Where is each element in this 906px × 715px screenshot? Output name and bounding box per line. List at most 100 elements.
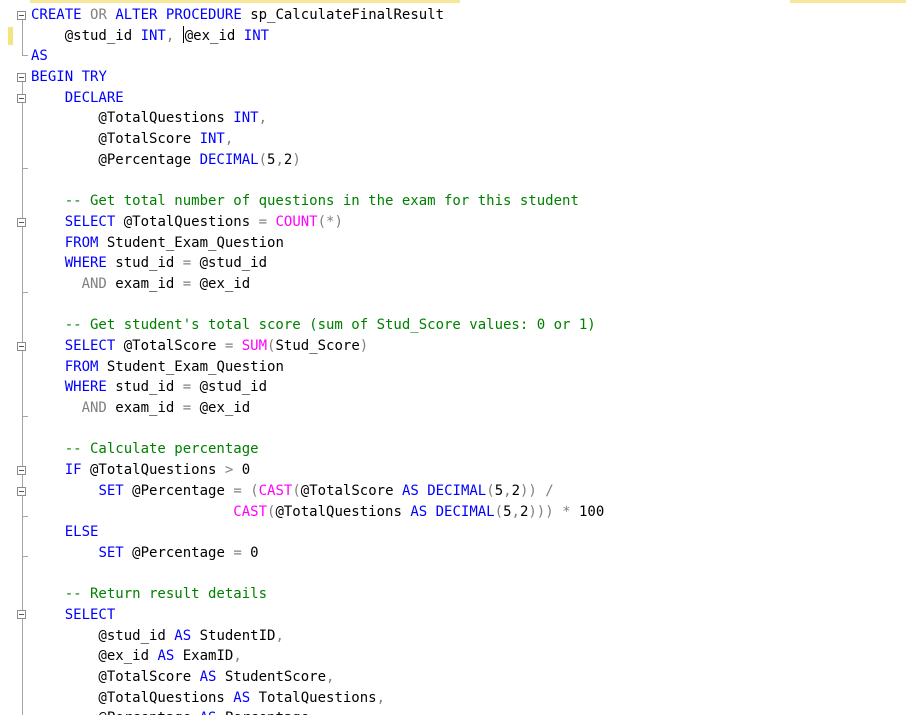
collapse-toggle-icon[interactable] — [17, 73, 26, 82]
code-line: IF @TotalQuestions > 0 — [31, 460, 604, 481]
sql-code-editor[interactable]: CREATE OR ALTER PROCEDURE sp_CalculateFi… — [0, 0, 906, 715]
code-token: @TotalQuestions — [115, 213, 259, 230]
collapse-toggle-icon[interactable] — [17, 610, 26, 619]
code-token: AS — [157, 648, 175, 665]
code-token: SET — [98, 482, 124, 499]
code-token: @ex_id — [191, 275, 251, 292]
code-token: AND — [81, 400, 107, 417]
code-token: @Percentage — [31, 710, 200, 715]
code-line: ELSE — [31, 522, 604, 543]
code-token: 0 — [241, 544, 259, 561]
code-line: @stud_id INT, @ex_id INT — [31, 25, 604, 47]
code-token: ( — [258, 151, 268, 168]
code-token: INT — [233, 110, 259, 127]
code-token: CAST — [233, 503, 268, 520]
code-token: OR — [90, 7, 107, 23]
code-token: SELECT — [64, 606, 116, 623]
code-token: sp_CalculateFinalResult — [241, 7, 445, 23]
code-token: 5 — [494, 482, 504, 499]
code-token: ALTER — [115, 7, 158, 23]
code-token: 0 — [233, 462, 251, 479]
outline-guide — [22, 20, 24, 55]
code-token: AS — [200, 710, 217, 715]
code-token: ELSE — [64, 524, 99, 541]
code-token: INT — [199, 131, 225, 148]
code-token: = — [233, 482, 242, 499]
code-line: @ex_id AS ExamID, — [31, 646, 604, 667]
code-token: 100 — [570, 503, 605, 520]
code-token: 5 — [503, 503, 512, 520]
code-token: , — [503, 482, 512, 499]
code-token: DECLARE — [64, 89, 124, 106]
code-token: SUM — [241, 338, 268, 354]
code-token: , — [233, 648, 242, 665]
code-token: @Percentage — [123, 544, 234, 561]
code-token: @stud_id — [31, 627, 175, 644]
code-token: stud_id — [106, 255, 183, 272]
collapse-toggle-icon[interactable] — [17, 466, 26, 475]
code-token: WHERE — [64, 379, 107, 396]
outline-guide — [22, 351, 24, 416]
collapse-toggle-icon[interactable] — [17, 487, 26, 496]
code-token: , — [275, 627, 284, 644]
code-token: )) — [520, 482, 537, 499]
code-token: , — [275, 151, 284, 168]
code-line: AND exam_id = @ex_id — [31, 398, 604, 419]
collapse-toggle-icon[interactable] — [17, 94, 26, 103]
code-token: WHERE — [64, 255, 107, 272]
code-token: BEGIN — [31, 69, 74, 86]
code-token: DECIMAL — [427, 482, 487, 499]
code-token: (*) — [317, 213, 343, 230]
code-line: SELECT @TotalQuestions = COUNT(*) — [31, 212, 604, 233]
code-token: ( — [494, 503, 504, 520]
outline-end-tick — [22, 55, 28, 56]
code-token: = — [182, 255, 192, 272]
code-text-area[interactable]: CREATE OR ALTER PROCEDURE sp_CalculateFi… — [31, 5, 604, 715]
code-token: @TotalScore — [31, 669, 200, 685]
code-line: DECLARE — [31, 88, 604, 109]
code-token: DECIMAL — [435, 503, 495, 520]
collapse-toggle-icon[interactable] — [17, 11, 26, 20]
outline-end-tick — [22, 292, 28, 293]
code-token: @stud_id — [191, 379, 268, 396]
code-line: WHERE stud_id = @stud_id — [31, 377, 604, 398]
code-line: @TotalScore AS StudentScore, — [31, 667, 604, 688]
code-line: @Percentage AS Percentage, — [31, 708, 604, 715]
code-token: FROM — [64, 358, 99, 375]
code-token: -- Calculate percentage — [31, 441, 259, 458]
code-token: , — [224, 131, 234, 148]
code-token: 2 — [511, 482, 520, 499]
code-line: -- Calculate percentage — [31, 439, 604, 460]
collapse-toggle-icon[interactable] — [17, 218, 26, 227]
code-line: FROM Student_Exam_Question — [31, 357, 604, 378]
code-token: stud_id — [106, 379, 183, 396]
code-line: AS — [31, 46, 604, 67]
code-line: @stud_id AS StudentID, — [31, 626, 604, 647]
code-token: @TotalScore — [115, 338, 225, 354]
code-line: @Percentage DECIMAL(5,2) — [31, 150, 604, 171]
collapse-toggle-icon[interactable] — [17, 342, 26, 351]
code-token: exam_id — [106, 275, 183, 292]
code-token: @ex_id — [31, 648, 158, 665]
code-token: TRY — [81, 69, 107, 86]
code-token: = — [258, 213, 268, 230]
code-line: @TotalQuestions INT, — [31, 108, 604, 129]
code-token: ) — [292, 151, 301, 168]
code-token: * — [562, 503, 571, 520]
code-line: BEGIN TRY — [31, 67, 604, 88]
